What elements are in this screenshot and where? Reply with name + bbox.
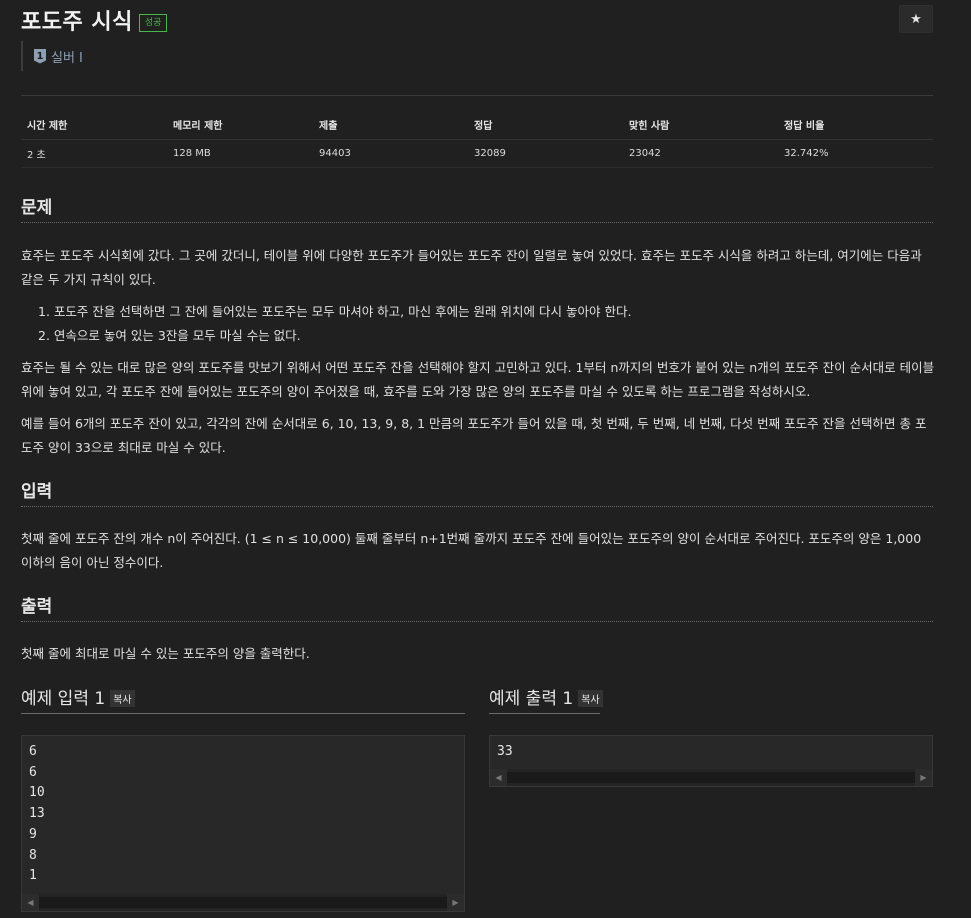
input-description: 첫째 줄에 포도주 잔의 개수 n이 주어진다. (1 ≤ n ≤ 10,000… xyxy=(21,531,922,570)
description-heading: 문제 xyxy=(21,198,53,218)
header-accept-ratio: 정답 비율 xyxy=(784,121,825,132)
sample-output-heading: 예제 출력 1 복사 xyxy=(489,684,603,709)
header-time-limit: 시간 제한 xyxy=(27,121,68,132)
value-time-limit: 2 초 xyxy=(27,150,46,161)
section-divider xyxy=(21,506,933,507)
info-table-row: 2 초 128 MB 94403 32089 23042 32.742% xyxy=(21,140,933,168)
output-heading: 출력 xyxy=(21,597,53,617)
sample-input-line: 9 xyxy=(29,826,37,842)
output-description: 첫째 줄에 최대로 마실 수 있는 포도주의 양을 출력한다. xyxy=(21,646,310,661)
copy-sample-output-button[interactable]: 복사 xyxy=(578,690,603,707)
problem-info-table: 시간 제한 메모리 제한 제출 정답 맞힌 사람 정답 비율 2 초 128 M… xyxy=(21,110,933,168)
problem-title: 포도주 시식 xyxy=(21,10,133,35)
title-row: 포도주 시식 성공 xyxy=(21,4,168,36)
rule-item: 1. 포도주 잔을 선택하면 그 잔에 들어있는 포도주는 모두 마셔야 하고,… xyxy=(38,304,632,319)
sample-input-line: 1 xyxy=(29,868,37,884)
section-divider xyxy=(21,222,933,223)
scroll-right-arrow-icon[interactable]: ▶ xyxy=(915,769,932,786)
section-divider xyxy=(489,713,600,714)
scrollbar-thumb[interactable] xyxy=(507,772,915,783)
sample-input-line: 8 xyxy=(29,847,37,863)
tier-row: 1 실버 I xyxy=(21,41,83,71)
scroll-right-arrow-icon[interactable]: ▶ xyxy=(447,894,464,911)
value-memory-limit: 128 MB xyxy=(173,148,211,159)
header-memory-limit: 메모리 제한 xyxy=(173,121,223,132)
header-submissions: 제출 xyxy=(319,121,338,132)
section-divider xyxy=(21,713,465,714)
status-badge: 성공 xyxy=(138,14,168,32)
star-icon: ★ xyxy=(910,11,922,27)
favorite-button[interactable]: ★ xyxy=(899,5,933,33)
horizontal-scrollbar[interactable]: ◀ ▶ xyxy=(490,769,932,786)
sample-input-box[interactable]: 6 6 10 13 9 8 1 ◀ ▶ xyxy=(21,735,465,912)
sample-input-line: 6 xyxy=(29,744,37,759)
sample-output-content: 33 xyxy=(490,736,932,763)
value-accepted: 32089 xyxy=(474,148,506,159)
value-submissions: 94403 xyxy=(319,148,351,159)
rule-item: 2. 연속으로 놓여 있는 3잔을 모두 마실 수는 없다. xyxy=(38,328,301,343)
sample-input-content: 6 6 10 13 9 8 1 xyxy=(22,736,464,887)
scroll-left-arrow-icon[interactable]: ◀ xyxy=(22,894,39,911)
rules-list: 1. 포도주 잔을 선택하면 그 잔에 들어있는 포도주는 모두 마셔야 하고,… xyxy=(38,300,631,348)
scrollbar-thumb[interactable] xyxy=(39,897,447,908)
copy-sample-input-button[interactable]: 복사 xyxy=(110,690,135,707)
sample-output-box[interactable]: 33 ◀ ▶ xyxy=(489,735,933,787)
sample-input-title: 예제 입력 1 xyxy=(21,689,106,709)
horizontal-scrollbar[interactable]: ◀ ▶ xyxy=(22,894,464,911)
sample-input-heading: 예제 입력 1 복사 xyxy=(21,684,135,709)
sample-input-line: 10 xyxy=(29,785,45,801)
description-paragraph: 효주는 될 수 있는 대로 많은 양의 포도주를 맛보기 위해서 어떤 포도주 … xyxy=(21,360,935,399)
description-paragraph: 예를 들어 6개의 포도주 잔이 있고, 각각의 잔에 순서대로 6, 10, … xyxy=(21,416,927,455)
sample-input-line: 6 xyxy=(29,764,37,780)
scroll-left-arrow-icon[interactable]: ◀ xyxy=(490,769,507,786)
divider xyxy=(21,95,933,96)
description-paragraph: 효주는 포도주 시식회에 갔다. 그 곳에 갔더니, 테이블 위에 다양한 포도… xyxy=(21,248,922,287)
value-accept-ratio: 32.742% xyxy=(784,148,829,159)
sample-output-line: 33 xyxy=(497,744,513,759)
tier-label: 실버 I xyxy=(51,50,83,66)
value-solved-users: 23042 xyxy=(629,148,661,159)
sample-input-line: 13 xyxy=(29,806,45,822)
section-divider xyxy=(21,621,933,622)
info-table-header: 시간 제한 메모리 제한 제출 정답 맞힌 사람 정답 비율 xyxy=(21,110,933,140)
tier-badge-icon: 1 xyxy=(34,48,46,64)
sample-output-title: 예제 출력 1 xyxy=(489,689,574,709)
input-heading: 입력 xyxy=(21,482,53,502)
header-accepted: 정답 xyxy=(474,121,493,132)
header-solved-users: 맞힌 사람 xyxy=(629,121,670,132)
